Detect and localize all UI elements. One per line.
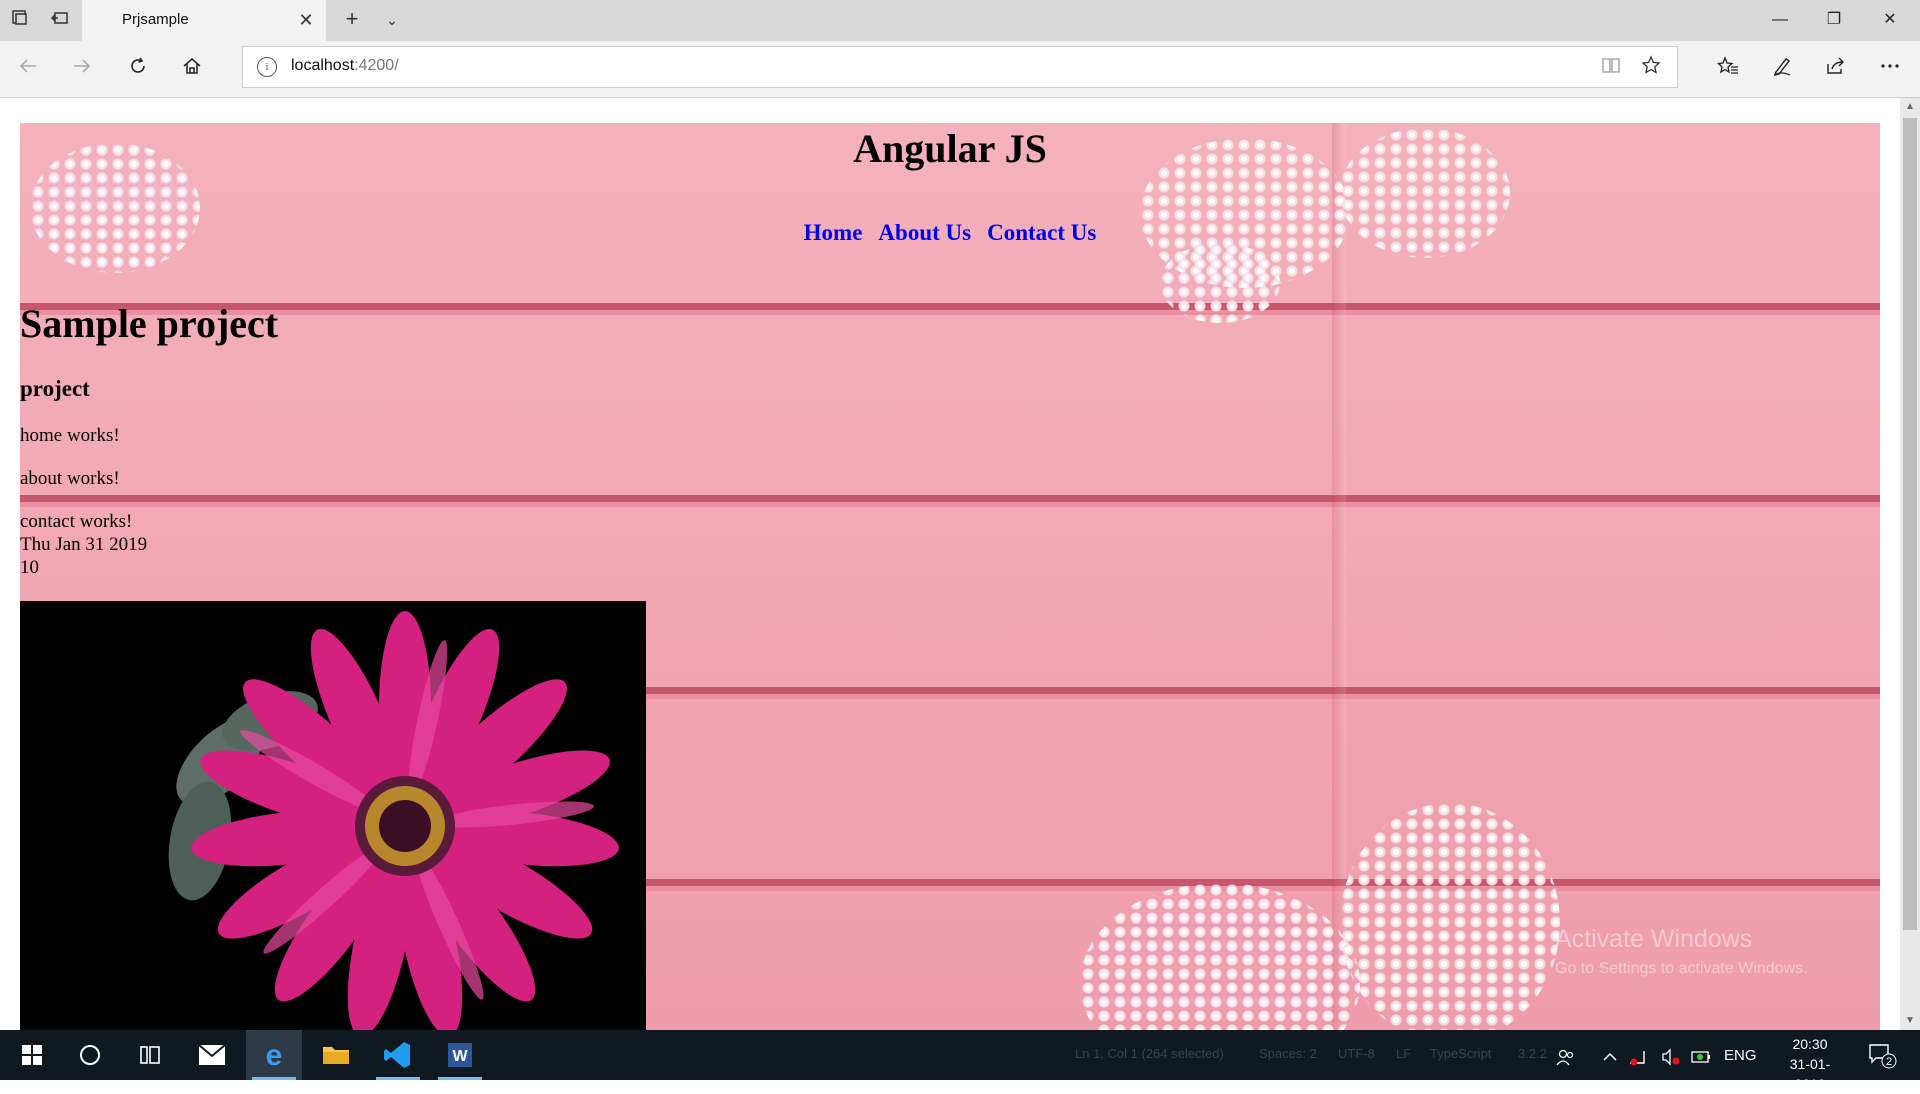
- about-text: about works!: [20, 468, 120, 489]
- new-tab-icon[interactable]: +: [340, 8, 364, 32]
- nav-link-contact[interactable]: Contact Us: [987, 220, 1096, 245]
- address-host: localhost: [291, 57, 355, 74]
- tabs-preview-icon[interactable]: [48, 8, 72, 32]
- edge-browser-icon[interactable]: e: [246, 1030, 302, 1080]
- home-text: home works!: [20, 425, 120, 446]
- editor-status-spaces: Spaces: 2: [1259, 1046, 1317, 1061]
- close-window-button[interactable]: ✕: [1870, 6, 1910, 34]
- contact-text: contact works!: [20, 511, 133, 532]
- word-app-icon[interactable]: W: [432, 1030, 488, 1080]
- blossom-decoration: [1340, 803, 1560, 1030]
- refresh-icon[interactable]: [124, 55, 152, 83]
- scroll-down-arrow-icon[interactable]: ▼: [1900, 1012, 1920, 1030]
- task-view-icon[interactable]: [122, 1030, 178, 1080]
- address-url[interactable]: localhost:4200/: [291, 57, 399, 75]
- watermark-line1: Activate Windows: [1555, 925, 1753, 953]
- forward-icon[interactable]: [68, 55, 96, 83]
- network-error-icon[interactable]: [1628, 1047, 1648, 1071]
- tab-prjsample[interactable]: Prjsample ✕: [82, 0, 326, 41]
- page-subheading: project: [20, 376, 90, 401]
- blossom-decoration: [1080, 883, 1360, 1030]
- flower-image: [20, 601, 646, 1030]
- main-nav: Home About Us Contact Us: [20, 220, 1880, 246]
- svg-text:W: W: [452, 1048, 468, 1065]
- clock-date: 31-01-2019: [1789, 1056, 1831, 1092]
- date-text: Thu Jan 31 2019: [20, 534, 148, 555]
- editor-status-version: 3.2.2: [1518, 1046, 1547, 1061]
- tab-set-aside-icon[interactable]: [8, 8, 32, 32]
- editor-status-eol: LF: [1396, 1046, 1412, 1061]
- minimize-button[interactable]: —: [1760, 6, 1800, 34]
- svg-text:e: e: [266, 1039, 283, 1072]
- cortana-search-icon[interactable]: [62, 1030, 118, 1080]
- activate-windows-watermark: Activate Windows Go to Settings to activ…: [1555, 925, 1808, 978]
- page-scrollbar[interactable]: ▲ ▼: [1900, 98, 1920, 1030]
- back-icon[interactable]: [14, 55, 42, 83]
- system-clock[interactable]: 20:30 31-01-2019: [1778, 1034, 1842, 1094]
- action-center-icon[interactable]: 2: [1868, 1042, 1898, 1074]
- reading-view-icon[interactable]: [1599, 55, 1623, 79]
- editor-status-cursor: Ln 1, Col 1 (264 selected): [1075, 1046, 1224, 1061]
- page-background: Angular JS Home About Us Contact Us Sample…: [20, 123, 1880, 1030]
- site-info-icon[interactable]: i: [257, 57, 277, 77]
- tab-close-icon[interactable]: ✕: [294, 8, 318, 32]
- number-text: 10: [20, 557, 39, 578]
- browser-titlebar: Prjsample ✕ + ⌄ — ❐ ✕: [0, 0, 1920, 41]
- show-hidden-icons-chevron-icon[interactable]: [1601, 1047, 1619, 1071]
- blossom-decoration: [1160, 243, 1280, 323]
- scroll-up-arrow-icon[interactable]: ▲: [1900, 98, 1920, 116]
- editor-status-language: TypeScript: [1430, 1046, 1492, 1061]
- address-bar[interactable]: i localhost:4200/: [242, 46, 1678, 88]
- volume-muted-icon[interactable]: [1660, 1047, 1682, 1071]
- vscode-icon[interactable]: [370, 1030, 426, 1080]
- nav-link-about[interactable]: About Us: [878, 220, 971, 245]
- restore-button[interactable]: ❐: [1814, 6, 1854, 34]
- mail-app-icon[interactable]: [184, 1030, 240, 1080]
- start-button[interactable]: [4, 1030, 60, 1080]
- favorite-star-icon[interactable]: [1639, 55, 1663, 79]
- web-note-pen-icon[interactable]: [1768, 55, 1796, 83]
- scroll-thumb[interactable]: [1903, 118, 1917, 930]
- home-icon[interactable]: [178, 55, 206, 83]
- nav-link-home[interactable]: Home: [804, 220, 863, 245]
- battery-icon[interactable]: [1690, 1047, 1712, 1071]
- language-indicator[interactable]: ENG: [1724, 1047, 1757, 1064]
- favorites-hub-icon[interactable]: [1714, 55, 1742, 83]
- page-viewport: Angular JS Home About Us Contact Us Sample…: [0, 98, 1900, 1030]
- clock-time: 20:30: [1792, 1036, 1828, 1052]
- browser-navbar: i localhost:4200/: [0, 41, 1920, 98]
- people-icon[interactable]: [1556, 1047, 1576, 1071]
- app-header-title: Angular JS: [853, 126, 1047, 171]
- page-heading: Sample project: [20, 301, 279, 346]
- notification-count: 2: [1886, 1056, 1892, 1068]
- file-explorer-icon[interactable]: [308, 1030, 364, 1080]
- more-options-icon[interactable]: [1876, 55, 1904, 83]
- share-icon[interactable]: [1822, 55, 1850, 83]
- watermark-line2: Go to Settings to activate Windows.: [1555, 960, 1808, 977]
- address-port: :4200/: [354, 57, 399, 74]
- editor-status-encoding: UTF-8: [1338, 1046, 1375, 1061]
- tab-title: Prjsample: [122, 11, 189, 28]
- tab-menu-chevron-icon[interactable]: ⌄: [380, 8, 404, 32]
